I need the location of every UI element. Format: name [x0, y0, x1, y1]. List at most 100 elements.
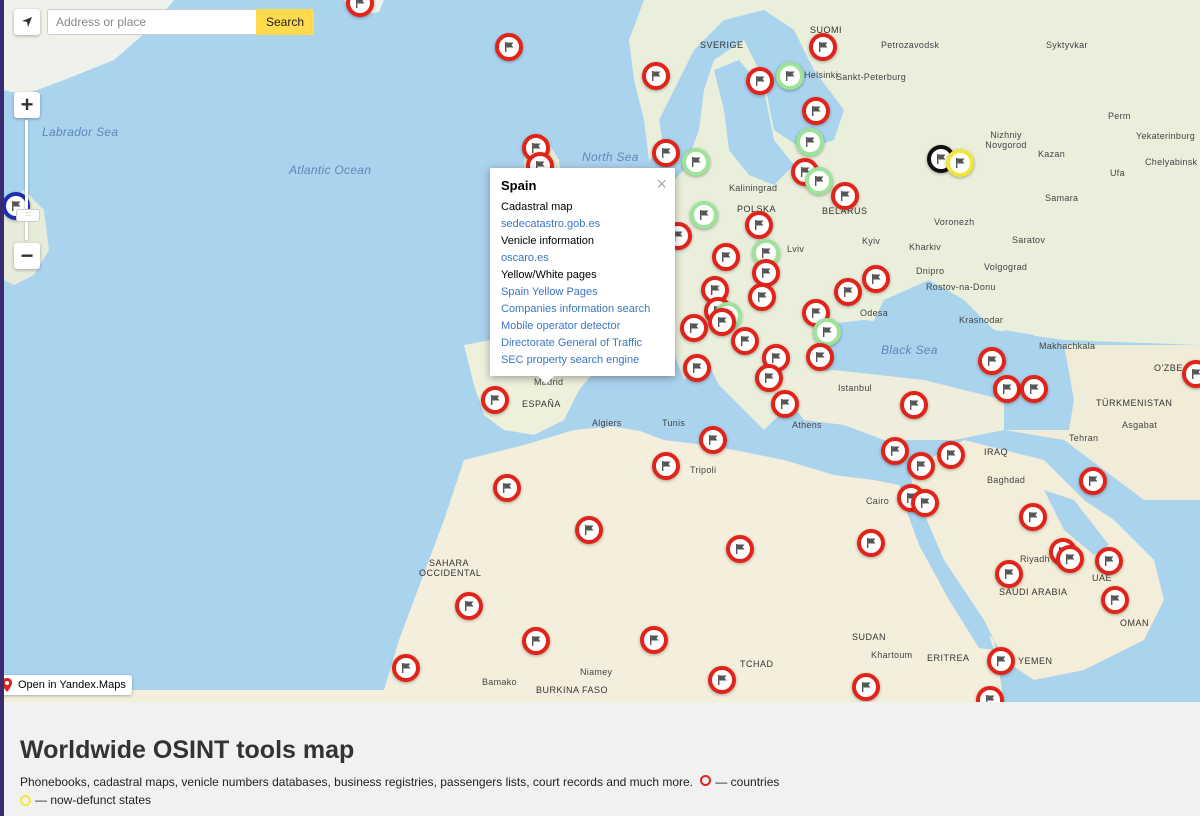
popup-link[interactable]: sedecatastro.gob.es — [501, 216, 664, 233]
country-marker[interactable] — [745, 211, 773, 239]
city-label: Odesa — [860, 308, 889, 318]
country-marker[interactable] — [806, 343, 834, 371]
country-marker[interactable] — [900, 391, 928, 419]
popup-link[interactable]: SEC property search engine — [501, 352, 664, 369]
country-marker[interactable] — [813, 318, 841, 346]
flag-icon — [891, 446, 900, 456]
country-marker[interactable] — [746, 67, 774, 95]
city-label: Dnipro — [916, 266, 945, 276]
country-marker[interactable] — [493, 474, 521, 502]
country-marker[interactable] — [1095, 547, 1123, 575]
country-marker[interactable] — [831, 182, 859, 210]
country-marker[interactable] — [1019, 503, 1047, 531]
country-marker[interactable] — [708, 308, 736, 336]
country-marker[interactable] — [993, 375, 1021, 403]
country-marker[interactable] — [392, 654, 420, 682]
city-label: Algiers — [592, 418, 622, 428]
popup-section-heading: Yellow/White pages — [501, 269, 597, 281]
flag-icon — [491, 395, 500, 405]
map[interactable]: Labrador Sea Atlantic Ocean North Sea Bl… — [4, 0, 1200, 702]
country-marker[interactable] — [987, 647, 1015, 675]
flag-icon — [505, 42, 514, 52]
flag-icon — [709, 435, 718, 445]
geolocation-button[interactable] — [14, 9, 40, 35]
flag-icon — [718, 317, 727, 327]
country-marker[interactable] — [995, 560, 1023, 588]
country-marker[interactable] — [805, 167, 833, 195]
country-marker[interactable] — [802, 97, 830, 125]
country-marker[interactable] — [1101, 586, 1129, 614]
country-marker[interactable] — [748, 283, 776, 311]
country-marker[interactable] — [642, 62, 670, 90]
country-marker[interactable] — [1020, 375, 1048, 403]
flag-icon — [652, 71, 661, 81]
popup-link[interactable]: Mobile operator detector — [501, 318, 664, 335]
country-label: SVERIGE — [700, 40, 744, 50]
flag-icon — [1003, 384, 1012, 394]
country-marker[interactable] — [776, 62, 804, 90]
zoom-slider-track[interactable] — [25, 120, 28, 240]
page-title: Worldwide OSINT tools map — [20, 736, 355, 764]
country-marker[interactable] — [682, 148, 710, 176]
country-marker[interactable] — [907, 452, 935, 480]
country-marker[interactable] — [946, 149, 974, 177]
flag-icon — [997, 656, 1006, 666]
city-label: Tripoli — [690, 465, 717, 475]
popup-link[interactable]: Spain Yellow Pages — [501, 284, 664, 301]
country-marker[interactable] — [857, 529, 885, 557]
flag-icon — [872, 274, 881, 284]
flag-icon — [650, 635, 659, 645]
country-marker[interactable] — [937, 441, 965, 469]
country-marker[interactable] — [881, 437, 909, 465]
open-in-yandex-maps-link[interactable]: Open in Yandex.Maps — [4, 675, 132, 695]
search-button[interactable]: Search — [256, 9, 314, 35]
country-marker[interactable] — [495, 33, 523, 61]
country-label: ESPAÑA — [522, 399, 561, 409]
flag-icon — [812, 106, 821, 116]
country-marker[interactable] — [978, 347, 1006, 375]
country-marker[interactable] — [712, 243, 740, 271]
country-marker[interactable] — [796, 128, 824, 156]
country-marker[interactable] — [683, 354, 711, 382]
city-label: Petrozavodsk — [881, 40, 940, 50]
zoom-out-button[interactable]: − — [14, 243, 40, 269]
country-marker[interactable] — [481, 386, 509, 414]
country-marker[interactable] — [640, 626, 668, 654]
search-input[interactable] — [47, 9, 256, 35]
country-marker[interactable] — [755, 364, 783, 392]
popup-link[interactable]: Companies information search — [501, 301, 664, 318]
flag-icon — [1029, 512, 1038, 522]
flag-icon — [816, 352, 825, 362]
country-marker[interactable] — [522, 627, 550, 655]
country-marker[interactable] — [862, 265, 890, 293]
flag-icon — [841, 191, 850, 201]
flag-icon — [921, 498, 930, 508]
popup-link[interactable]: oscaro.es — [501, 250, 664, 267]
city-label: Asgabat — [1122, 420, 1158, 430]
country-marker[interactable] — [1056, 545, 1084, 573]
flag-icon — [765, 373, 774, 383]
country-marker[interactable] — [575, 516, 603, 544]
country-marker[interactable] — [726, 535, 754, 563]
country-marker[interactable] — [852, 673, 880, 701]
country-marker[interactable] — [708, 666, 736, 694]
country-marker[interactable] — [771, 390, 799, 418]
country-marker[interactable] — [455, 592, 483, 620]
flag-icon — [465, 601, 474, 611]
flag-icon — [988, 356, 997, 366]
country-marker[interactable] — [699, 426, 727, 454]
country-marker[interactable] — [680, 314, 708, 342]
country-marker[interactable] — [911, 489, 939, 517]
country-marker[interactable] — [834, 278, 862, 306]
country-marker[interactable] — [731, 327, 759, 355]
legend-defunct: — now-defunct states — [20, 793, 151, 807]
country-marker[interactable] — [690, 201, 718, 229]
close-icon[interactable]: × — [656, 175, 667, 193]
country-marker[interactable] — [652, 452, 680, 480]
country-marker[interactable] — [809, 33, 837, 61]
country-marker[interactable] — [1079, 467, 1107, 495]
country-marker[interactable] — [652, 139, 680, 167]
zoom-in-button[interactable]: + — [14, 92, 40, 118]
zoom-slider-handle[interactable]: ::: — [16, 209, 40, 222]
popup-link[interactable]: Directorate General of Traffic — [501, 335, 664, 352]
